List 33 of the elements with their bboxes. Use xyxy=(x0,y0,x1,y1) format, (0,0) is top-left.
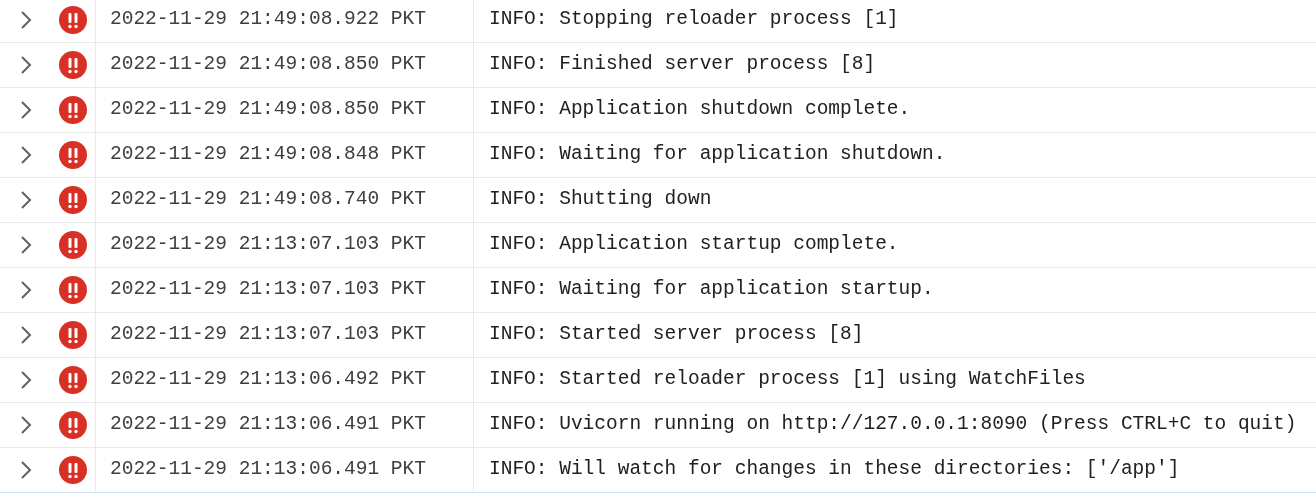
log-message: INFO: Stopping reloader process [1] xyxy=(489,7,899,33)
log-message: INFO: Will watch for changes in these directories: ['/app'] xyxy=(489,457,1180,483)
log-message: INFO: Shutting down xyxy=(489,187,712,213)
timestamp: 2022-11-29 21:49:08.922 PKT xyxy=(110,7,426,33)
timestamp: 2022-11-29 21:49:08.848 PKT xyxy=(110,142,426,168)
chevron-icon xyxy=(20,460,32,480)
chevron-icon xyxy=(20,370,32,390)
timestamp: 2022-11-29 21:49:08.740 PKT xyxy=(110,187,426,213)
timestamp: 2022-11-29 21:13:07.103 PKT xyxy=(110,322,426,348)
chevron-icon xyxy=(20,415,32,435)
log-message: INFO: Uvicorn running on http://127.0.0.1:8090 (Press CTRL+C to quit) xyxy=(489,412,1297,438)
log-message: INFO: Started reloader process [1] using WatchFiles xyxy=(489,367,1086,393)
chevron-icon xyxy=(20,190,32,210)
timestamp: 2022-11-29 21:13:07.103 PKT xyxy=(110,277,426,303)
chevron-icon xyxy=(20,100,32,120)
log-message: INFO: Application shutdown complete. xyxy=(489,97,911,123)
timestamp: 2022-11-29 21:49:08.850 PKT xyxy=(110,97,426,123)
chevron-icon xyxy=(20,10,32,30)
timestamp: 2022-11-29 21:49:08.850 PKT xyxy=(110,52,426,78)
timestamp: 2022-11-29 21:13:06.492 PKT xyxy=(110,367,426,393)
chevron-icon xyxy=(20,280,32,300)
log-message: INFO: Started server process [8] xyxy=(489,322,864,348)
log-message: INFO: Waiting for application shutdown. xyxy=(489,142,946,168)
log-message: INFO: Application startup complete. xyxy=(489,232,899,258)
timestamp: 2022-11-29 21:13:07.103 PKT xyxy=(110,232,426,258)
timestamp: 2022-11-29 21:13:06.491 PKT xyxy=(110,457,426,483)
timestamp: 2022-11-29 21:13:06.491 PKT xyxy=(110,412,426,438)
chevron-icon xyxy=(20,145,32,165)
chevron-icon xyxy=(20,55,32,75)
chevron-icon xyxy=(20,325,32,345)
log-message: INFO: Waiting for application startup. xyxy=(489,277,934,303)
chevron-icon xyxy=(20,235,32,255)
log-message: INFO: Finished server process [8] xyxy=(489,52,876,78)
